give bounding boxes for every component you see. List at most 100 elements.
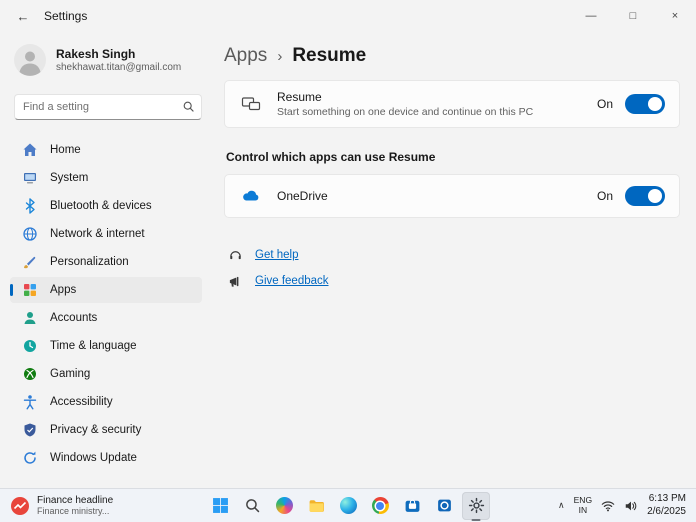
onedrive-control: On: [597, 186, 665, 206]
sidebar-item-label: Home: [50, 144, 81, 156]
sidebar-item-gaming[interactable]: Gaming: [10, 361, 202, 387]
titlebar: ← Settings — □ ×: [0, 0, 696, 32]
sidebar-item-apps[interactable]: Apps: [10, 277, 202, 303]
sidebar-item-windows-update[interactable]: Windows Update: [10, 445, 202, 471]
widgets-button[interactable]: Finance headline Finance ministry...: [4, 492, 119, 520]
window-title: Settings: [44, 9, 88, 23]
maximize-icon: □: [629, 10, 637, 22]
widget-headline: Finance headline: [37, 495, 114, 506]
chrome-icon: [371, 497, 389, 514]
settings-content: Rakesh Singh shekhawat.titan@gmail.com H…: [0, 32, 696, 488]
widget-subline: Finance ministry...: [37, 506, 110, 516]
user-profile[interactable]: Rakesh Singh shekhawat.titan@gmail.com: [14, 40, 212, 80]
toggle-knob: [648, 189, 662, 203]
sidebar-item-privacy-security[interactable]: Privacy & security: [10, 417, 202, 443]
minimize-button[interactable]: —: [570, 0, 612, 32]
outlook-icon: [436, 497, 453, 514]
help-links: Get help Give feedback: [224, 246, 680, 290]
back-button[interactable]: ←: [8, 4, 38, 28]
volume-icon[interactable]: [624, 499, 638, 513]
sidebar-item-label: Bluetooth & devices: [50, 200, 152, 212]
accessibility-icon: [22, 394, 38, 410]
edge-button[interactable]: [334, 492, 362, 520]
sidebar-item-label: Accessibility: [50, 396, 113, 408]
clock[interactable]: 6:13 PM 2/6/2025: [647, 493, 686, 518]
system-tray: ∧ ENG IN 6:13 PM 2/6/2025: [558, 489, 692, 522]
tray-chevron-icon[interactable]: ∧: [558, 500, 565, 511]
main-panel: Apps › Resume Resume Start something on …: [212, 32, 696, 488]
sidebar-item-network-internet[interactable]: Network & internet: [10, 221, 202, 247]
search-box: [14, 94, 202, 120]
maximize-button[interactable]: □: [612, 0, 654, 32]
taskbar-search-button[interactable]: [238, 492, 266, 520]
resume-toggle[interactable]: [625, 94, 665, 114]
settings-taskbar-button[interactable]: [462, 491, 490, 520]
resume-description: Start something on one device and contin…: [277, 106, 534, 118]
sidebar-item-bluetooth-devices[interactable]: Bluetooth & devices: [10, 193, 202, 219]
wifi-icon[interactable]: [601, 499, 615, 513]
windows-update-icon: [22, 450, 38, 466]
settings-gear-icon: [468, 497, 485, 514]
home-icon: [22, 142, 38, 158]
taskbar-icons: [206, 491, 490, 520]
onedrive-setting-card: OneDrive On: [224, 174, 680, 218]
give-feedback-icon: [228, 274, 243, 289]
resume-toggle-state: On: [596, 97, 613, 111]
copilot-button[interactable]: [270, 492, 298, 520]
give-feedback-row: Give feedback: [228, 272, 680, 290]
search-icon: [182, 100, 195, 113]
user-email: shekhawat.titan@gmail.com: [56, 62, 182, 73]
onedrive-text: OneDrive: [277, 189, 328, 203]
widget-text: Finance headline Finance ministry...: [37, 495, 113, 516]
section-title: Control which apps can use Resume: [226, 150, 436, 164]
file-explorer-button[interactable]: [302, 492, 330, 520]
onedrive-title: OneDrive: [277, 189, 328, 203]
back-icon: ←: [16, 8, 30, 24]
resume-control: On: [597, 94, 665, 114]
onedrive-icon: [241, 186, 261, 206]
settings-window: ← Settings — □ × Rakesh Singh shekhawat.…: [0, 0, 696, 522]
news-widget-icon: [10, 496, 30, 516]
sidebar-item-personalization[interactable]: Personalization: [10, 249, 202, 275]
sidebar-item-label: System: [50, 172, 89, 184]
tray-time: 6:13 PM: [648, 493, 686, 504]
give-feedback-link[interactable]: Give feedback: [255, 275, 329, 287]
sidebar-item-label: Accounts: [50, 312, 98, 324]
sidebar-item-label: Apps: [50, 284, 77, 296]
store-icon: [404, 497, 421, 514]
edge-icon: [339, 497, 357, 514]
search-input[interactable]: [14, 94, 202, 120]
file-explorer-icon: [308, 497, 325, 514]
system-icon: [22, 170, 38, 186]
resume-setting-card: Resume Start something on one device and…: [224, 80, 680, 128]
sidebar-item-accounts[interactable]: Accounts: [10, 305, 202, 331]
close-button[interactable]: ×: [654, 0, 696, 32]
language-indicator[interactable]: ENG IN: [574, 495, 592, 516]
resume-title: Resume: [277, 90, 322, 104]
resume-icon: [241, 94, 261, 114]
sidebar-item-home[interactable]: Home: [10, 137, 202, 163]
minimize-icon: —: [585, 10, 597, 22]
get-help-row: Get help: [228, 246, 680, 264]
onedrive-toggle[interactable]: [625, 186, 665, 206]
sidebar-item-label: Personalization: [50, 256, 129, 268]
store-button[interactable]: [398, 492, 426, 520]
sidebar-item-label: Time & language: [50, 340, 137, 352]
breadcrumb-apps[interactable]: Apps: [224, 45, 267, 67]
user-name: Rakesh Singh: [56, 47, 136, 61]
privacy-icon: [22, 422, 38, 438]
chrome-button[interactable]: [366, 492, 394, 520]
window-controls: — □ ×: [570, 0, 696, 32]
chevron-right-icon: ›: [277, 47, 283, 65]
sidebar-item-label: Windows Update: [50, 452, 137, 464]
resume-text: Resume Start something on one device and…: [277, 90, 533, 118]
gaming-icon: [22, 366, 38, 382]
avatar: [14, 44, 46, 76]
sidebar-item-accessibility[interactable]: Accessibility: [10, 389, 202, 415]
get-help-link[interactable]: Get help: [255, 249, 298, 261]
start-button[interactable]: [206, 492, 234, 520]
breadcrumb: Apps › Resume: [224, 40, 680, 72]
outlook-button[interactable]: [430, 492, 458, 520]
sidebar-item-time-language[interactable]: Time & language: [10, 333, 202, 359]
sidebar-item-system[interactable]: System: [10, 165, 202, 191]
